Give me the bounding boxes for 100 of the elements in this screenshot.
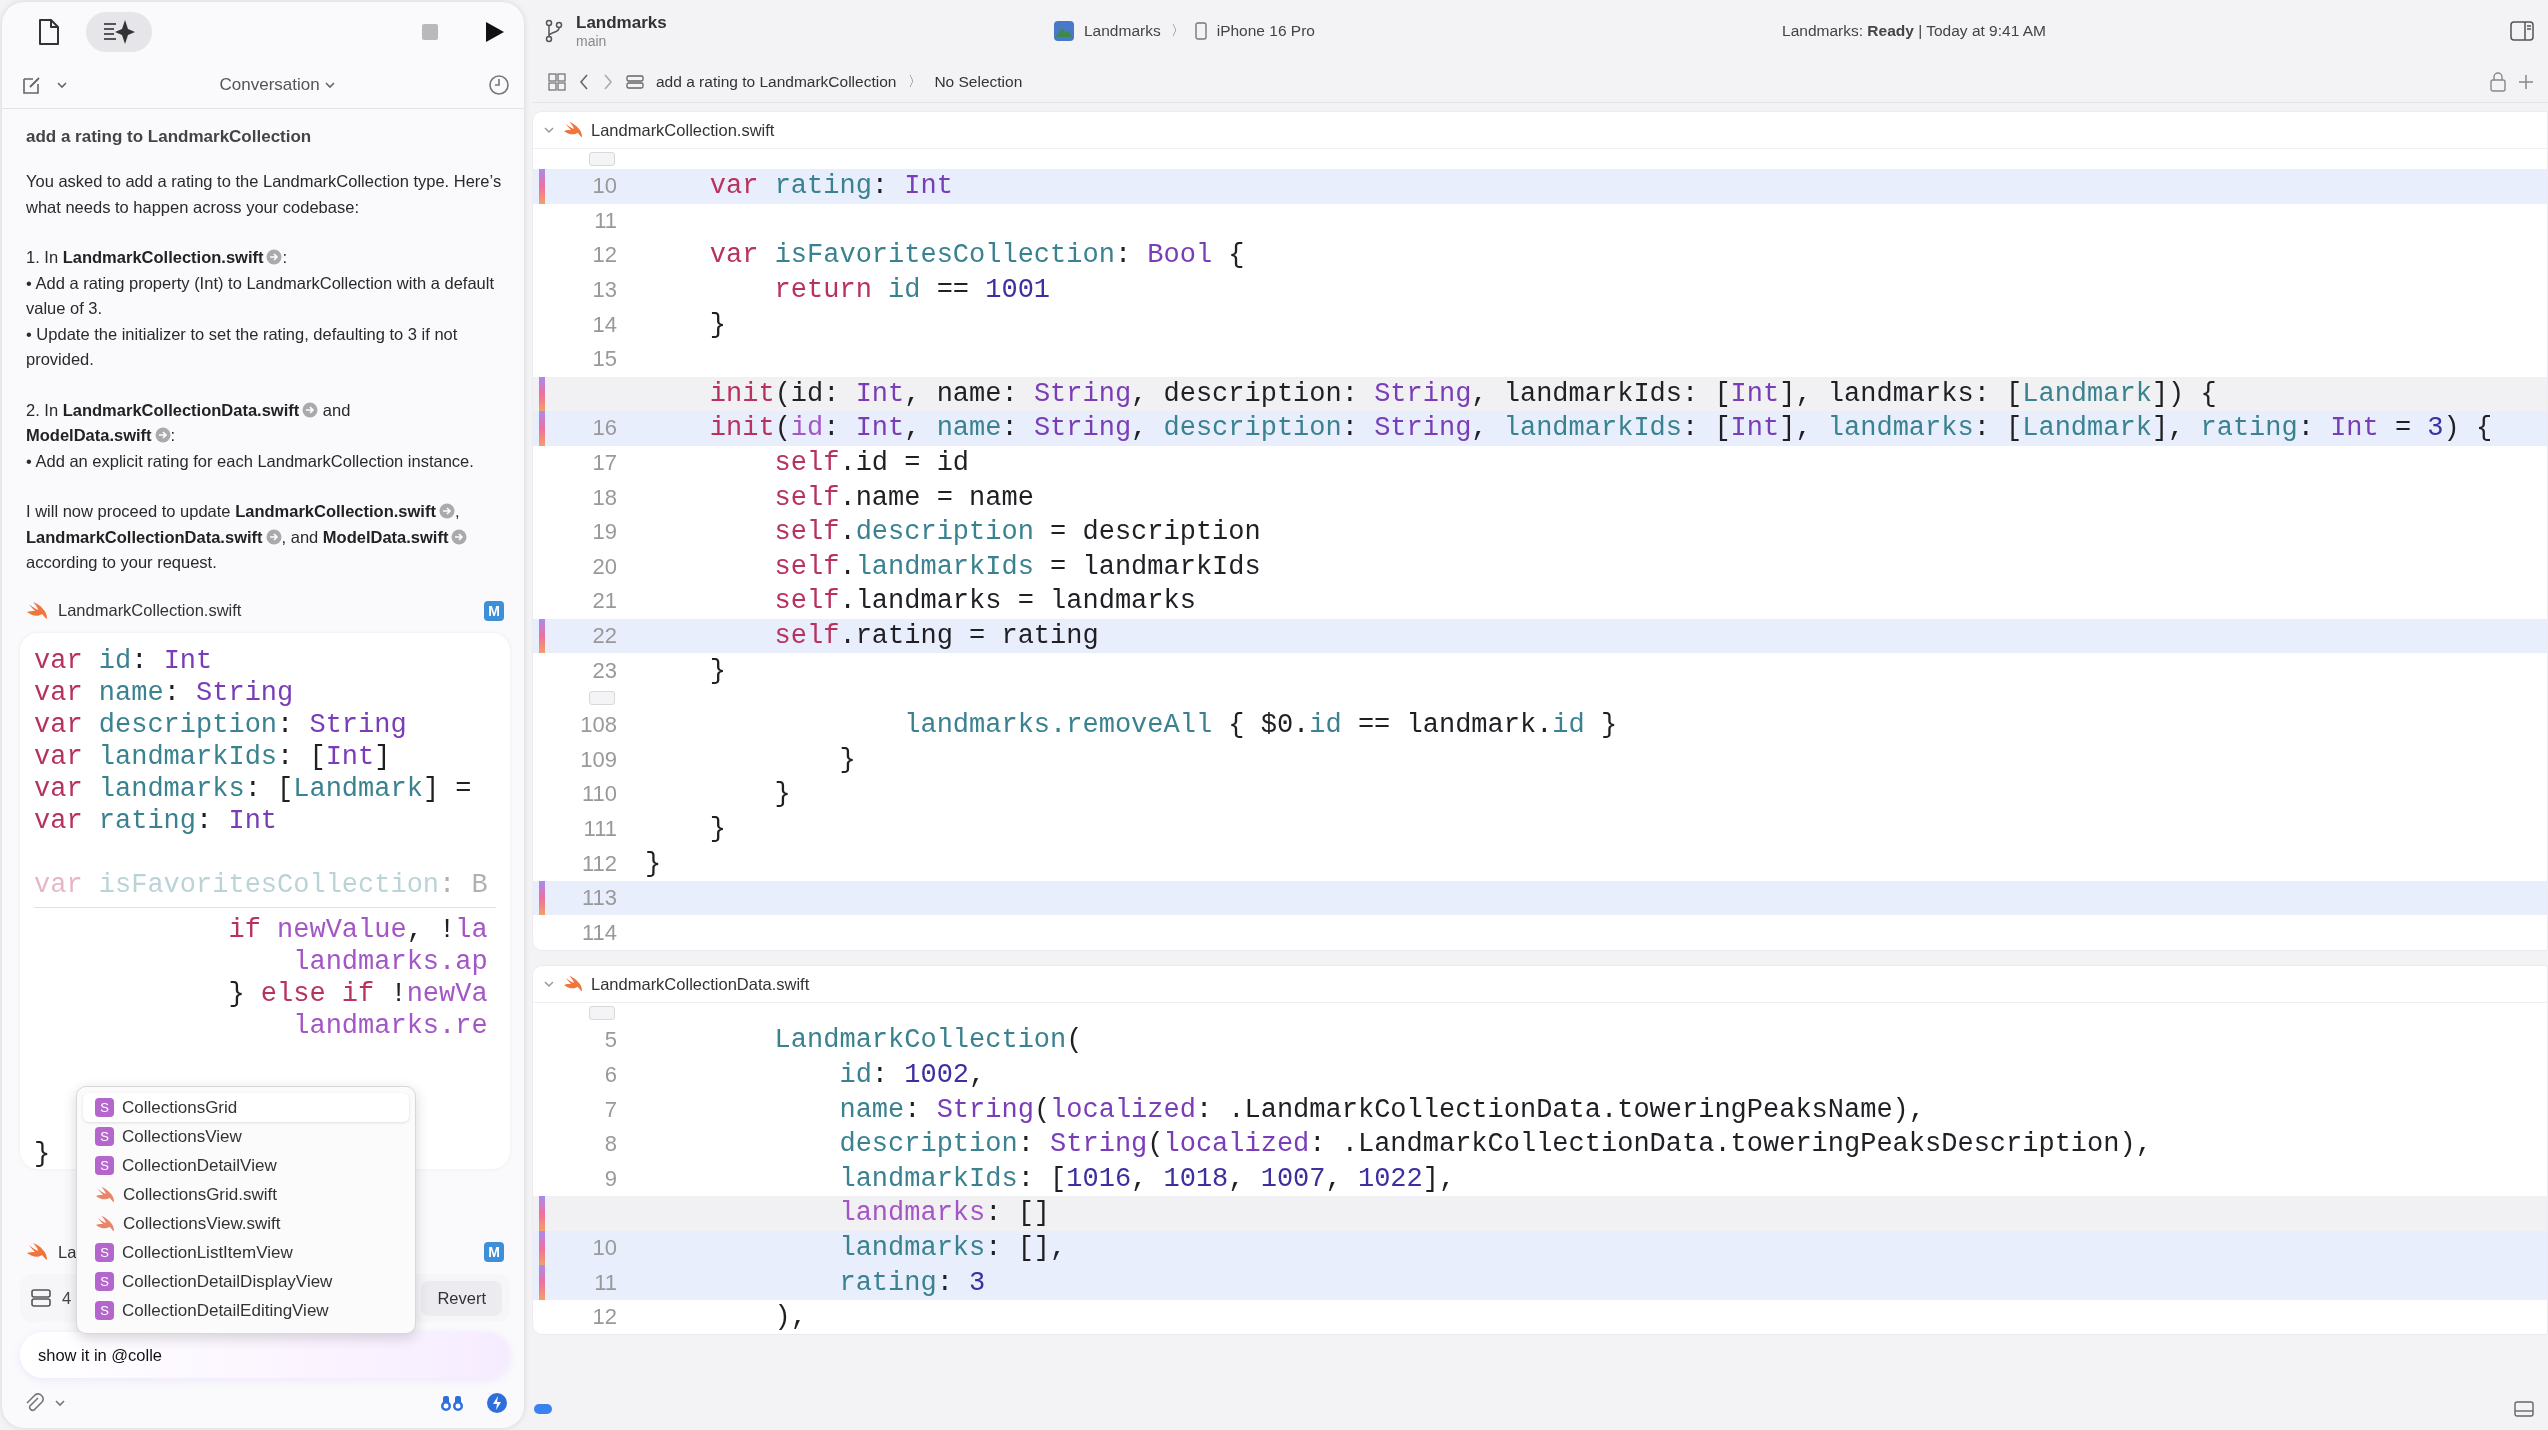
- line-number: 10: [592, 173, 617, 199]
- code-line: var rating: Int: [708, 171, 953, 202]
- code-line: self.rating = rating: [773, 621, 1099, 651]
- code-line: ),: [773, 1302, 808, 1333]
- file-link[interactable]: ModelData.swift: [322, 527, 468, 546]
- chevron-down-icon[interactable]: [54, 1398, 66, 1408]
- file-name[interactable]: LandmarkCollectionData.swift: [591, 974, 810, 994]
- file-link[interactable]: LandmarkCollection.swift: [62, 248, 283, 266]
- bird-icon: [26, 600, 48, 621]
- line-number: 18: [592, 484, 617, 510]
- line-number: 11: [594, 207, 617, 233]
- line-number: 14: [592, 311, 617, 337]
- message-text: 1. In LandmarkCollection.swift :: [26, 247, 289, 268]
- line-number: 20: [592, 553, 617, 579]
- phone-icon: [1194, 22, 1207, 40]
- code-line: landmarks: [],: [838, 1232, 1067, 1263]
- completion-item[interactable]: CollectionsGrid.swift: [83, 1180, 409, 1209]
- code-line: }: [645, 848, 662, 879]
- chevron-separator: 〉: [908, 73, 923, 91]
- arrow-circle-icon: [438, 503, 455, 519]
- line-number: 9: [604, 1165, 617, 1191]
- code-line: description: String(localized: .LandmarkCollectionData.toweringPeaksDescription),: [838, 1129, 2152, 1160]
- code-line: landmarks.ap: [292, 945, 488, 978]
- bird-icon: [95, 1185, 115, 1204]
- lightning-icon[interactable]: [486, 1392, 508, 1414]
- assistant-tab[interactable]: [86, 12, 152, 52]
- message-text: • Update the initializer to set the rating, defaulting to 3 if not provided.: [26, 323, 459, 370]
- add-icon[interactable]: [2518, 74, 2534, 90]
- chevron-down-icon[interactable]: [543, 125, 555, 135]
- code-line: return id == 1001: [773, 275, 1051, 306]
- completion-item[interactable]: S CollectionsView: [83, 1122, 409, 1151]
- file-name[interactable]: LandmarkCollection.swift: [58, 601, 242, 620]
- history-icon[interactable]: [488, 74, 510, 96]
- code-line: self.landmarks = landmarks: [773, 586, 1196, 617]
- bird-icon: [26, 1242, 48, 1262]
- line-number: 8: [604, 1131, 617, 1157]
- file-link[interactable]: LandmarkCollection.swift: [235, 502, 455, 520]
- struct-badge: S: [95, 1156, 114, 1175]
- app-icon[interactable]: [1054, 21, 1074, 41]
- line-number: 17: [592, 450, 617, 476]
- struct-badge: S: [95, 1127, 114, 1146]
- chevron-down-icon[interactable]: [543, 979, 555, 990]
- line-number: 6: [604, 1061, 617, 1087]
- arrow-circle-icon: [265, 528, 282, 545]
- struct-badge: S: [95, 1272, 114, 1291]
- panel-toggle-icon[interactable]: [2514, 1401, 2534, 1417]
- sparkle-icon: [102, 18, 136, 46]
- binoculars-icon[interactable]: [440, 1393, 464, 1413]
- file-name[interactable]: LandmarkCollection.swift: [591, 120, 775, 140]
- lock-icon[interactable]: [2490, 72, 2506, 92]
- line-number: 12: [592, 242, 617, 268]
- code-line: self.id = id: [773, 448, 970, 479]
- code-line: } else if !newVa: [227, 977, 488, 1010]
- code-line: }: [708, 814, 726, 844]
- line-number: 13: [592, 277, 617, 303]
- bird-icon: [95, 1214, 115, 1233]
- bird-icon: [563, 975, 583, 994]
- sidebar-toggle-icon[interactable]: [2510, 21, 2534, 41]
- back-icon[interactable]: [578, 73, 590, 91]
- line-number: 5: [604, 1027, 617, 1053]
- completion-item[interactable]: S CollectionsGrid: [83, 1093, 409, 1122]
- breadcrumb-item[interactable]: No Selection: [934, 73, 1023, 91]
- completion-item[interactable]: S CollectionDetailEditingView: [83, 1296, 409, 1325]
- completion-item[interactable]: CollectionsView.swift: [83, 1209, 409, 1238]
- line-number: 112: [581, 850, 617, 876]
- completion-item[interactable]: S CollectionDetailView: [83, 1151, 409, 1180]
- line-number: 19: [592, 519, 617, 545]
- prompt-field[interactable]: show it in @colle: [20, 1332, 510, 1378]
- paperclip-icon[interactable]: [24, 1392, 46, 1414]
- line-number: 10: [592, 1234, 617, 1260]
- line-number: 11: [594, 1269, 617, 1295]
- completion-item[interactable]: S CollectionListItemView: [83, 1238, 409, 1267]
- code-line: var name: String: [34, 676, 294, 709]
- stack-icon: [30, 1288, 52, 1308]
- line-number: 16: [592, 415, 617, 441]
- code-line: }: [773, 779, 791, 810]
- compose-icon[interactable]: [22, 75, 42, 95]
- revert-button[interactable]: Revert: [421, 1280, 502, 1316]
- device-name[interactable]: iPhone 16 Pro: [1216, 22, 1315, 40]
- code-line: var isFavoritesCollection: B: [34, 868, 488, 901]
- code-line: LandmarkCollection(: [773, 1025, 1083, 1056]
- scheme-name[interactable]: Landmarks: [1084, 22, 1161, 40]
- code-line: var landmarks: [Landmark] =: [34, 772, 472, 805]
- file-link[interactable]: ModelData.swift: [26, 426, 171, 444]
- conversation-menu[interactable]: Conversation: [213, 74, 343, 96]
- code-line: landmarks: []: [838, 1198, 1051, 1229]
- arrow-circle-icon: [154, 427, 171, 443]
- breadcrumb-item[interactable]: add a rating to LandmarkCollection: [656, 73, 897, 91]
- file-link[interactable]: LandmarkCollectionData.swift: [62, 400, 319, 419]
- message-text: • Add an explicit rating for each LandmarkCollection instance.: [26, 450, 475, 472]
- grid-icon[interactable]: [548, 73, 566, 91]
- code-line: name: String(localized: .LandmarkCollectionData.toweringPeaksName),: [838, 1094, 1926, 1125]
- file-link[interactable]: LandmarkCollectionData.swift: [26, 527, 282, 546]
- file-name[interactable]: La: [58, 1242, 77, 1262]
- chevron-down-icon[interactable]: [56, 80, 68, 90]
- line-number: 23: [592, 657, 617, 683]
- scroll-indicator[interactable]: [534, 1404, 552, 1414]
- line-number: 110: [581, 781, 617, 807]
- arrow-circle-icon: [302, 401, 319, 418]
- completion-item[interactable]: S CollectionDetailDisplayView: [83, 1267, 409, 1296]
